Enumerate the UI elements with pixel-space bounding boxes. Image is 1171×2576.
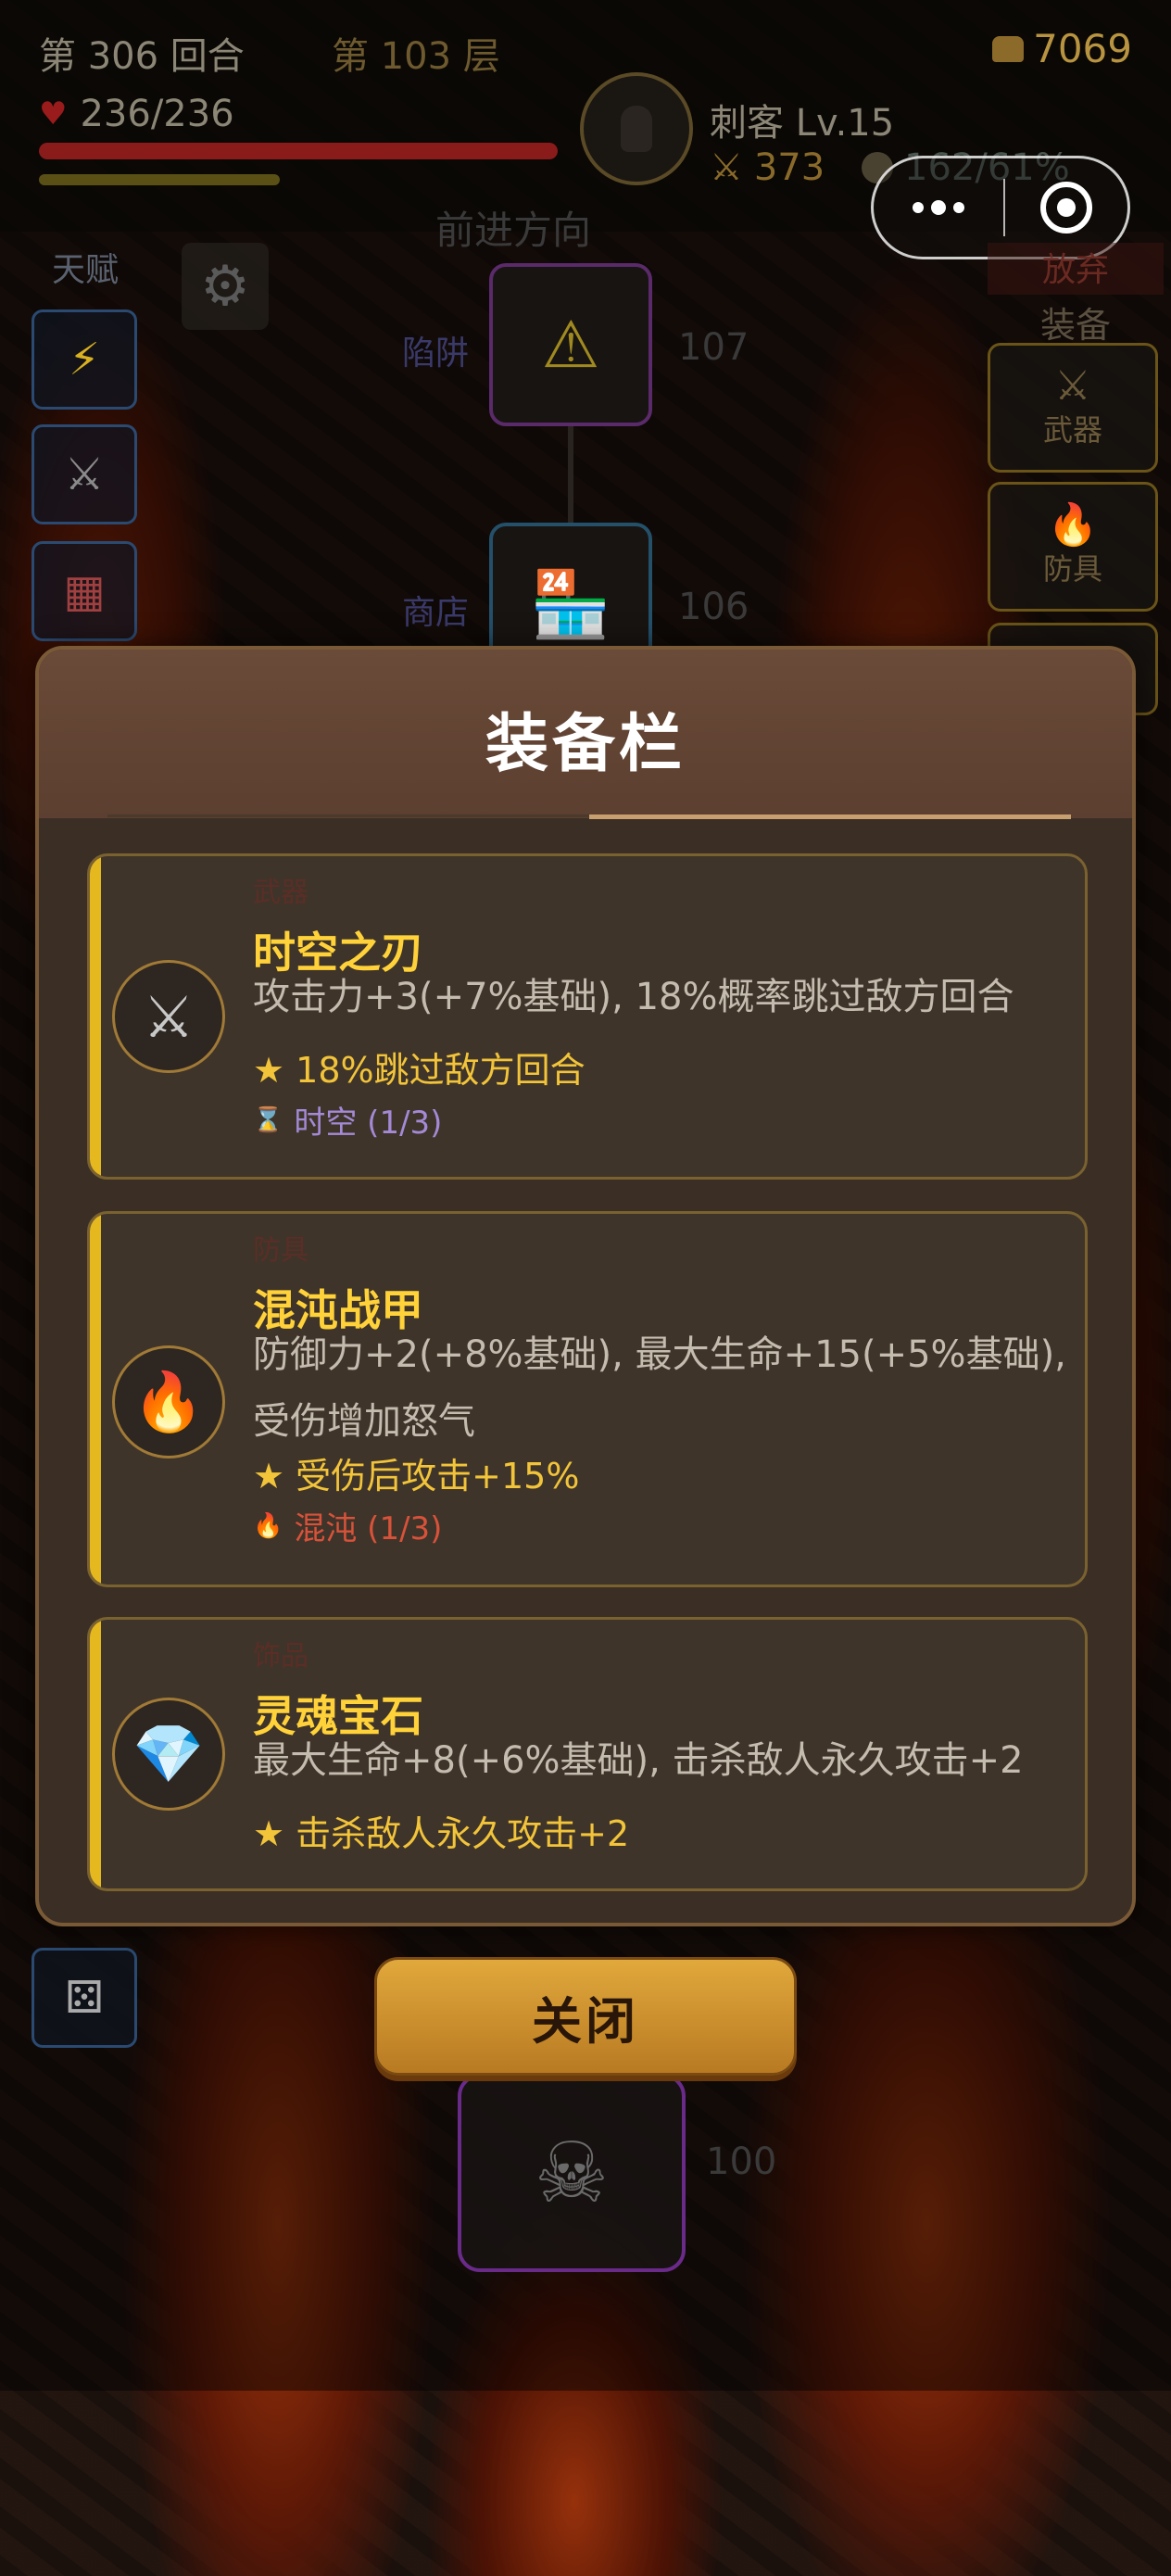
equip-label: 装备	[1039, 305, 1111, 346]
close-button[interactable]: 关闭	[374, 1957, 797, 2076]
sword-icon: ⚔	[1054, 362, 1091, 410]
turn-counter: 第 306 回合	[39, 35, 245, 78]
trap-node-floor: 107	[678, 326, 749, 369]
modal-header: 装备栏	[39, 650, 1132, 818]
lightning-icon[interactable]: ⚡	[31, 309, 137, 410]
item-description: 防御力+2(+8%基础), 最大生命+15(+5%基础), 受伤增加怒气	[253, 1333, 1066, 1443]
item-effect: ★ 受伤后攻击+15%	[253, 1456, 580, 1496]
card-accent-bar	[90, 856, 101, 1177]
boss-node-floor: 100	[706, 2140, 777, 2183]
fire-icon: 🔥	[112, 1345, 225, 1458]
tab-indicator-inactive	[107, 814, 589, 817]
hp-bar-fill	[39, 143, 558, 159]
weapon-slot[interactable]: ⚔ 武器	[988, 343, 1158, 473]
more-dots-icon-right	[953, 202, 964, 213]
armor-slot-label: 防具	[1042, 551, 1102, 587]
assassin-icon	[621, 106, 652, 152]
route-connector	[568, 423, 573, 524]
shop-node-floor: 106	[678, 586, 749, 628]
item-set-label: 混沌 (1/3)	[294, 1510, 443, 1547]
tab-indicator-active	[589, 814, 1071, 819]
gold-amount: 7069	[1033, 26, 1132, 71]
overlay-bottom	[0, 2391, 1171, 2576]
gem-icon: 💎	[112, 1698, 225, 1811]
weapon-slot-label: 武器	[1042, 412, 1102, 448]
equipment-card-armor[interactable]: 🔥 防具 混沌战甲 防御力+2(+8%基础), 最大生命+15(+5%基础), …	[87, 1211, 1088, 1587]
skull-icon: ☠	[534, 2124, 610, 2222]
book-icon[interactable]: ▦	[31, 541, 137, 641]
route-title: 前进方向	[435, 208, 592, 253]
card-accent-bar	[90, 1620, 101, 1888]
equipment-modal: 装备栏 ⚔ 武器 时空之刃 攻击力+3(+7%基础), 18%概率跳过敌方回合 …	[35, 646, 1136, 1926]
item-type: 饰品	[253, 1640, 308, 1673]
sword-icon: ⚔	[710, 146, 743, 189]
trap-node[interactable]: ⚠	[489, 263, 652, 426]
gear-icon[interactable]: ⚙	[182, 243, 269, 330]
item-set: ⌛ 时空 (1/3)	[253, 1097, 442, 1143]
shop-icon: 🏪	[530, 565, 611, 642]
character-name: 刺客 Lv.15	[710, 102, 895, 145]
more-button[interactable]	[874, 158, 1003, 257]
armor-slot[interactable]: 🔥 防具	[988, 482, 1158, 612]
exit-miniprogram-button[interactable]	[1005, 182, 1127, 234]
hp-value: 236/236	[80, 93, 234, 135]
equipment-card-weapon[interactable]: ⚔ 武器 时空之刃 攻击力+3(+7%基础), 18%概率跳过敌方回合 ★ 18…	[87, 853, 1088, 1180]
trap-node-label: 陷阱	[402, 335, 470, 373]
item-type: 武器	[253, 877, 308, 909]
item-type: 防具	[253, 1234, 308, 1267]
target-circle-icon	[1040, 182, 1092, 234]
item-description: 最大生命+8(+6%基础), 击杀敌人永久攻击+2	[253, 1739, 1024, 1782]
attack-display: ⚔ 373	[710, 146, 825, 189]
xp-bar	[39, 174, 280, 185]
item-glyph: 💎	[132, 1720, 205, 1787]
character-avatar[interactable]	[580, 72, 693, 185]
hp-display: ♥ 236/236	[39, 93, 234, 135]
more-dots-icon	[913, 202, 924, 213]
warning-icon: ⚠	[541, 307, 600, 383]
fire-icon: 🔥	[1047, 501, 1099, 549]
card-accent-bar	[90, 1214, 101, 1585]
abandon-button[interactable]: 放弃	[988, 243, 1164, 295]
item-glyph: 🔥	[132, 1368, 205, 1435]
item-effect: ★ 击杀敌人永久攻击+2	[253, 1813, 630, 1854]
item-description: 攻击力+3(+7%基础), 18%概率跳过敌方回合	[253, 976, 1014, 1018]
crossed-swords-icon: ⚔	[112, 960, 225, 1073]
item-glyph: ⚔	[143, 982, 195, 1051]
attack-value: 373	[753, 146, 825, 189]
hourglass-icon: ⌛	[253, 1105, 283, 1134]
crossed-swords-icon[interactable]: ⚔	[31, 424, 137, 524]
equipment-card-accessory[interactable]: 💎 饰品 灵魂宝石 最大生命+8(+6%基础), 击杀敌人永久攻击+2 ★ 击杀…	[87, 1617, 1088, 1891]
talent-label[interactable]: 天赋	[31, 243, 139, 291]
more-dots-icon-center	[931, 200, 946, 215]
modal-title: 装备栏	[485, 708, 686, 781]
gold-display: 7069	[992, 26, 1132, 71]
shop-node-label: 商店	[402, 594, 470, 632]
floor-counter: 第 103 层	[332, 35, 500, 78]
item-effect: ★ 18%跳过敌方回合	[253, 1050, 586, 1091]
heart-icon: ♥	[39, 95, 68, 133]
gold-bag-icon	[992, 35, 1025, 62]
target-circle-dot	[1057, 198, 1076, 217]
boss-node[interactable]: ☠	[458, 2074, 686, 2272]
flame-icon: 🔥	[253, 1511, 283, 1540]
dice-icon[interactable]: ⚄	[31, 1948, 137, 2048]
item-set: 🔥 混沌 (1/3)	[253, 1503, 442, 1548]
hp-bar	[39, 143, 558, 159]
item-set-label: 时空 (1/3)	[294, 1105, 443, 1142]
